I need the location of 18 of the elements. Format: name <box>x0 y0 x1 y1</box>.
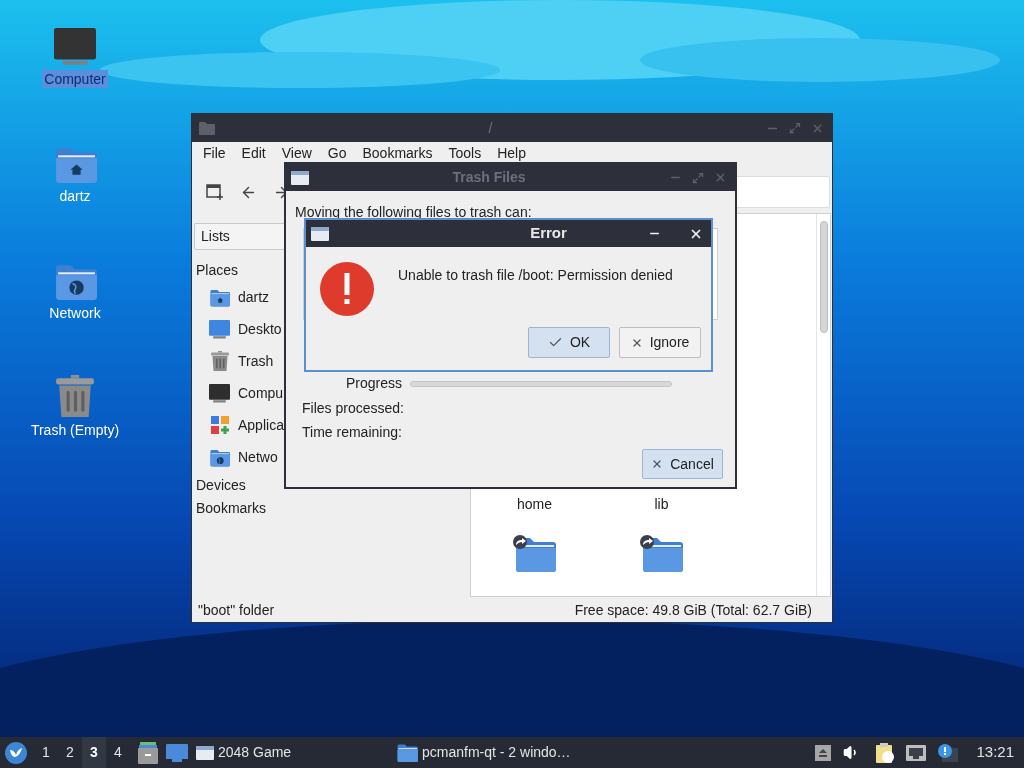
shortcut-label: dartz <box>58 187 92 205</box>
section-heading: Devices <box>195 476 246 495</box>
window-title: / <box>488 118 493 138</box>
shortcut-label: Trash (Empty) <box>29 421 121 439</box>
time-remaining-label: Time remaining: <box>302 423 402 442</box>
dialog-title: Error <box>530 223 567 244</box>
files-processed-label: Files processed: <box>302 399 404 418</box>
shortcut-label: Network <box>48 304 102 322</box>
progress-label: Progress <box>344 374 403 393</box>
error-message: Unable to trash file /boot: Permission denied <box>398 266 673 285</box>
free-space-text: Free space: 49.8 GiB (Total: 62.7 GiB) <box>574 600 813 620</box>
section-heading: Bookmarks <box>195 499 267 518</box>
clock: 13:21 <box>976 742 1014 763</box>
status-text: "boot" folder <box>198 600 275 620</box>
shortcut-label: Computer <box>42 70 108 88</box>
dialog-message: Moving the following files to trash can: <box>295 203 533 222</box>
dialog-title: Trash Files <box>452 168 526 187</box>
section-heading: Places <box>195 261 239 280</box>
